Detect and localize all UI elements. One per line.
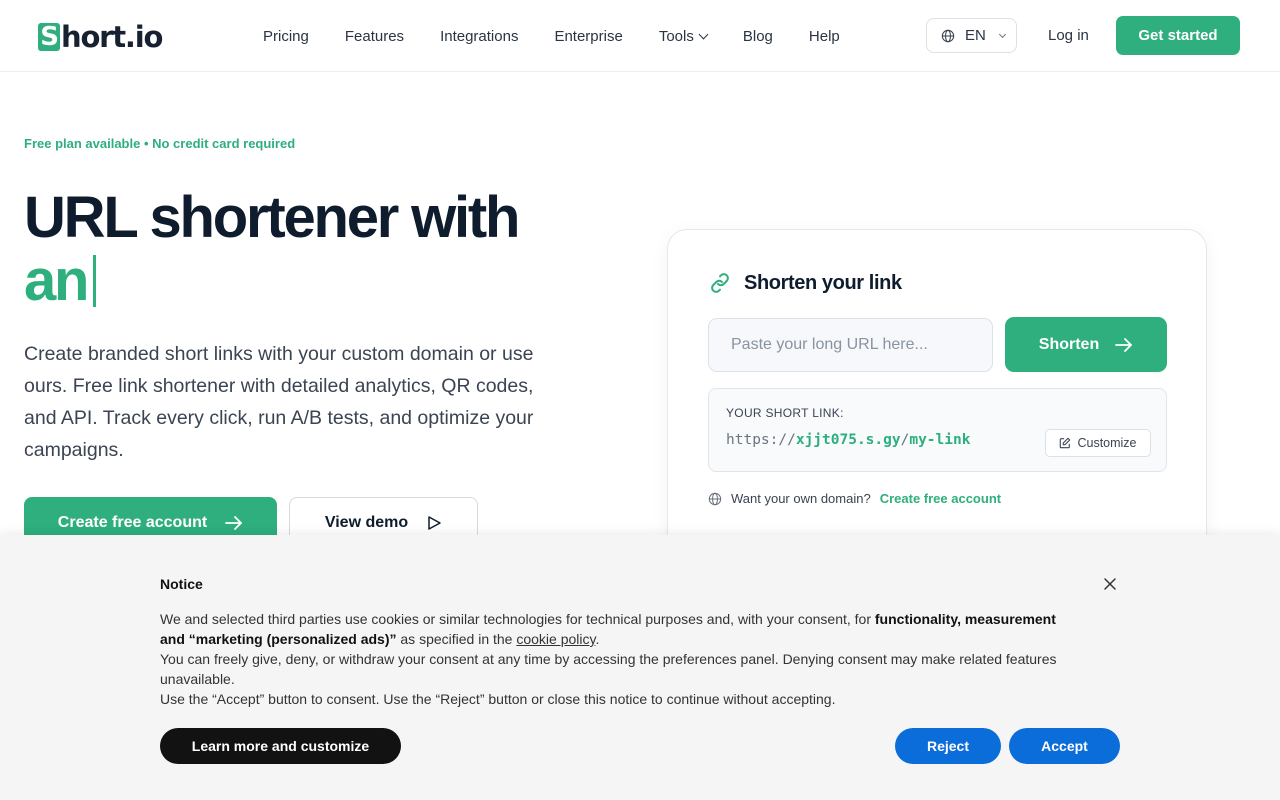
cookie-notice-title: Notice: [160, 576, 203, 592]
globe-icon: [941, 29, 955, 42]
nav-enterprise[interactable]: Enterprise: [554, 28, 622, 45]
get-started-button[interactable]: Get started: [1116, 16, 1240, 55]
logo-mark: S: [38, 23, 60, 51]
hero-title-line2: an: [24, 249, 518, 312]
nav-integrations[interactable]: Integrations: [440, 28, 518, 45]
nav-tools-label: Tools: [658, 27, 694, 45]
shortio-logo[interactable]: Short.io: [38, 20, 163, 54]
edit-icon: [1060, 437, 1071, 449]
short-link-label: YOUR SHORT LINK:: [726, 406, 844, 420]
shorten-link-card: Shorten your link Shorten YOUR SHORT LIN…: [667, 229, 1207, 569]
short-link-result: YOUR SHORT LINK: https://xjjt075.s.gy/my…: [708, 388, 1167, 472]
shorten-button[interactable]: Shorten: [1005, 317, 1167, 372]
short-link-domain: xjjt075.s.gy: [795, 432, 901, 448]
nav-tools[interactable]: Tools: [658, 27, 709, 45]
arrow-right-icon: [1115, 337, 1133, 352]
login-link[interactable]: Log in: [1048, 27, 1089, 44]
cookie-text-p1-end: .: [595, 631, 600, 647]
hero-title-line1: URL shortener with: [24, 185, 520, 250]
hero-eyebrow: Free plan available • No credit card req…: [24, 136, 296, 151]
cookie-text-paragraph-2: You can freely give, deny, or withdraw y…: [160, 651, 1057, 687]
learn-more-customize-button[interactable]: Learn more and customize: [160, 728, 401, 764]
cookie-notice: Notice We and selected third parties use…: [0, 535, 1280, 800]
card-title: Shorten your link: [708, 271, 902, 295]
hero-title: URL shortener with an: [24, 185, 520, 312]
own-domain-text: Want your own domain?: [731, 491, 871, 506]
main-nav: Pricing Features Integrations Enterprise…: [263, 0, 876, 72]
link-icon: [711, 273, 729, 293]
nav-help[interactable]: Help: [809, 28, 840, 45]
cookie-policy-link[interactable]: cookie policy: [516, 631, 595, 647]
play-icon: [428, 516, 441, 530]
view-demo-label: View demo: [324, 514, 409, 531]
own-domain-prompt: Want your own domain? Create free accoun…: [708, 491, 1001, 506]
hero-description: Create branded short links with your cus…: [24, 343, 534, 461]
typing-caret: [93, 254, 97, 307]
short-link-url[interactable]: https://xjjt075.s.gy/my-link: [726, 432, 970, 448]
customize-label: Customize: [1077, 436, 1137, 450]
nav-features[interactable]: Features: [345, 28, 404, 45]
customize-button[interactable]: Customize: [1045, 429, 1151, 457]
short-link-protocol: https://: [726, 432, 796, 448]
arrow-right-icon: [225, 516, 243, 530]
language-selector[interactable]: EN: [926, 18, 1017, 53]
cookie-notice-body: We and selected third parties use cookie…: [160, 609, 1080, 709]
nav-pricing[interactable]: Pricing: [263, 28, 309, 45]
chevron-down-icon: [998, 30, 1006, 38]
create-free-account-link[interactable]: Create free account: [880, 491, 1001, 506]
hero-title-typed-text: an: [24, 248, 90, 313]
cookie-text-p1-start: We and selected third parties use cookie…: [160, 611, 875, 627]
language-label: EN: [965, 27, 986, 44]
chevron-down-icon: [698, 29, 709, 39]
site-header: Short.io Pricing Features Integrations E…: [0, 0, 1280, 72]
cookie-text-p1-middle: as specified in the: [396, 631, 517, 647]
long-url-input[interactable]: [708, 318, 993, 372]
short-link-slug: my-link: [909, 432, 971, 448]
card-title-text: Shorten your link: [744, 271, 902, 294]
cookie-text-paragraph-1: We and selected third parties use cookie…: [160, 609, 1080, 649]
cookie-text-paragraph-3: Use the “Accept” button to consent. Use …: [160, 691, 836, 707]
close-icon[interactable]: [1102, 576, 1118, 592]
nav-blog[interactable]: Blog: [743, 28, 773, 45]
create-free-account-label: Create free account: [57, 514, 208, 531]
globe-icon: [708, 492, 722, 505]
logo-wordmark: hort.io: [61, 20, 163, 54]
accept-button[interactable]: Accept: [1009, 728, 1120, 764]
reject-button[interactable]: Reject: [895, 728, 1001, 764]
shorten-button-label: Shorten: [1038, 335, 1100, 353]
